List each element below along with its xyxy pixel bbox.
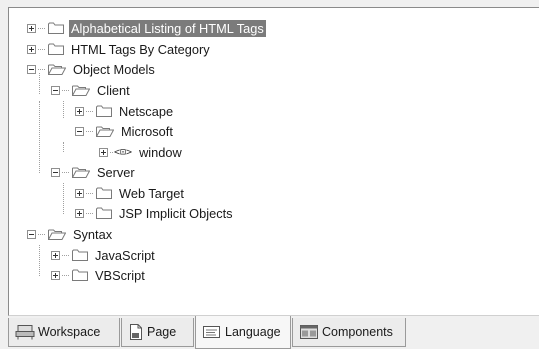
folder-closed-icon (96, 207, 112, 219)
tree-node-label: JSP Implicit Objects (119, 205, 233, 221)
tree-node-label: Server (97, 164, 135, 180)
folder-closed-icon (72, 269, 88, 281)
collapse-toggle[interactable] (27, 64, 36, 74)
tree-node-jsp-implicit-objects[interactable]: JSP Implicit Objects (75, 203, 235, 223)
tree-node-server[interactable]: Server (51, 162, 137, 182)
language-reference-window: Alphabetical Listing of HTML Tags HTML T… (0, 0, 539, 349)
folder-closed-icon (48, 22, 64, 34)
tree-connector (38, 27, 45, 29)
tree-connector (63, 183, 64, 214)
tree-node-label: Client (97, 82, 130, 98)
tree-connector (86, 110, 93, 112)
expand-toggle[interactable] (75, 188, 84, 198)
tree-node-netscape[interactable]: Netscape (75, 101, 175, 121)
tree-connector (38, 48, 45, 50)
tree-node-javascript[interactable]: JavaScript (51, 245, 157, 265)
tree-connector (86, 212, 93, 214)
tree-panel[interactable]: Alphabetical Listing of HTML Tags HTML T… (8, 7, 539, 316)
tree-connector (38, 233, 45, 235)
tree-node-label: Alphabetical Listing of HTML Tags (69, 19, 266, 37)
expand-toggle[interactable] (75, 208, 84, 218)
tab-label: Language (225, 325, 281, 339)
expand-toggle[interactable] (27, 44, 36, 54)
bottom-tab-bar: Workspace Page Language Components (8, 316, 539, 349)
expand-toggle[interactable] (27, 23, 36, 33)
tree-connector (110, 151, 113, 153)
tree-node-alphabetical-listing[interactable]: Alphabetical Listing of HTML Tags (27, 18, 266, 38)
folder-open-icon (48, 228, 66, 240)
expand-toggle[interactable] (51, 250, 60, 260)
folder-closed-icon (96, 105, 112, 117)
tree-node-label: VBScript (95, 267, 145, 283)
tree-connector (38, 68, 45, 70)
tab-components[interactable]: Components (292, 318, 406, 347)
tab-page[interactable]: Page (121, 318, 194, 347)
tree-connector (39, 245, 40, 276)
collapse-toggle[interactable] (51, 85, 60, 95)
expand-toggle[interactable] (99, 147, 108, 157)
tab-label: Components (322, 325, 393, 339)
tree-node-label: Netscape (119, 103, 174, 119)
tab-label: Workspace (38, 325, 101, 339)
tree-node-label: Web Target (119, 185, 184, 201)
workspace-icon (15, 324, 35, 340)
tab-label: Page (147, 325, 177, 339)
tag-icon: <⊡> (114, 146, 133, 158)
collapse-toggle[interactable] (27, 229, 36, 239)
folder-closed-icon (48, 43, 64, 55)
tree-connector (62, 171, 69, 173)
tree-node-syntax[interactable]: Syntax (27, 224, 114, 244)
tree-node-label: HTML Tags By Category (71, 41, 210, 57)
language-tree[interactable]: Alphabetical Listing of HTML Tags HTML T… (9, 8, 539, 315)
tree-connector (62, 254, 69, 256)
tree-connector (86, 130, 93, 132)
expand-toggle[interactable] (51, 270, 60, 280)
tree-connector (63, 101, 64, 118)
tree-connector (62, 89, 69, 91)
folder-open-icon (72, 84, 90, 96)
tab-workspace[interactable]: Workspace (8, 318, 120, 347)
folder-closed-icon (72, 249, 88, 261)
collapse-toggle[interactable] (75, 126, 84, 136)
tree-connector (39, 101, 40, 173)
tree-node-microsoft[interactable]: Microsoft (75, 121, 175, 141)
tree-node-web-target[interactable]: Web Target (75, 183, 186, 203)
tree-node-label: Object Models (73, 61, 155, 77)
tree-connector (62, 274, 69, 276)
tab-language[interactable]: Language (195, 316, 291, 349)
tree-node-window[interactable]: <⊡> window (99, 142, 184, 162)
folder-closed-icon (96, 187, 112, 199)
language-icon (202, 324, 222, 340)
tree-node-object-models[interactable]: Object Models (27, 59, 157, 79)
folder-open-icon (96, 125, 114, 137)
tree-node-html-tags-by-category[interactable]: HTML Tags By Category (27, 39, 212, 59)
tree-connector (63, 142, 64, 152)
tree-connector (86, 192, 93, 194)
tree-node-vbscript[interactable]: VBScript (51, 265, 147, 285)
folder-open-icon (72, 166, 90, 178)
tree-node-label: Syntax (73, 226, 113, 242)
tree-node-label: Microsoft (121, 123, 173, 139)
tree-node-label: window (139, 144, 182, 160)
tree-node-label: JavaScript (95, 247, 155, 263)
expand-toggle[interactable] (75, 106, 84, 116)
folder-open-icon (48, 63, 66, 75)
components-icon (299, 324, 319, 340)
tree-node-client[interactable]: Client (51, 80, 132, 100)
page-icon (128, 323, 144, 341)
collapse-toggle[interactable] (51, 167, 60, 177)
